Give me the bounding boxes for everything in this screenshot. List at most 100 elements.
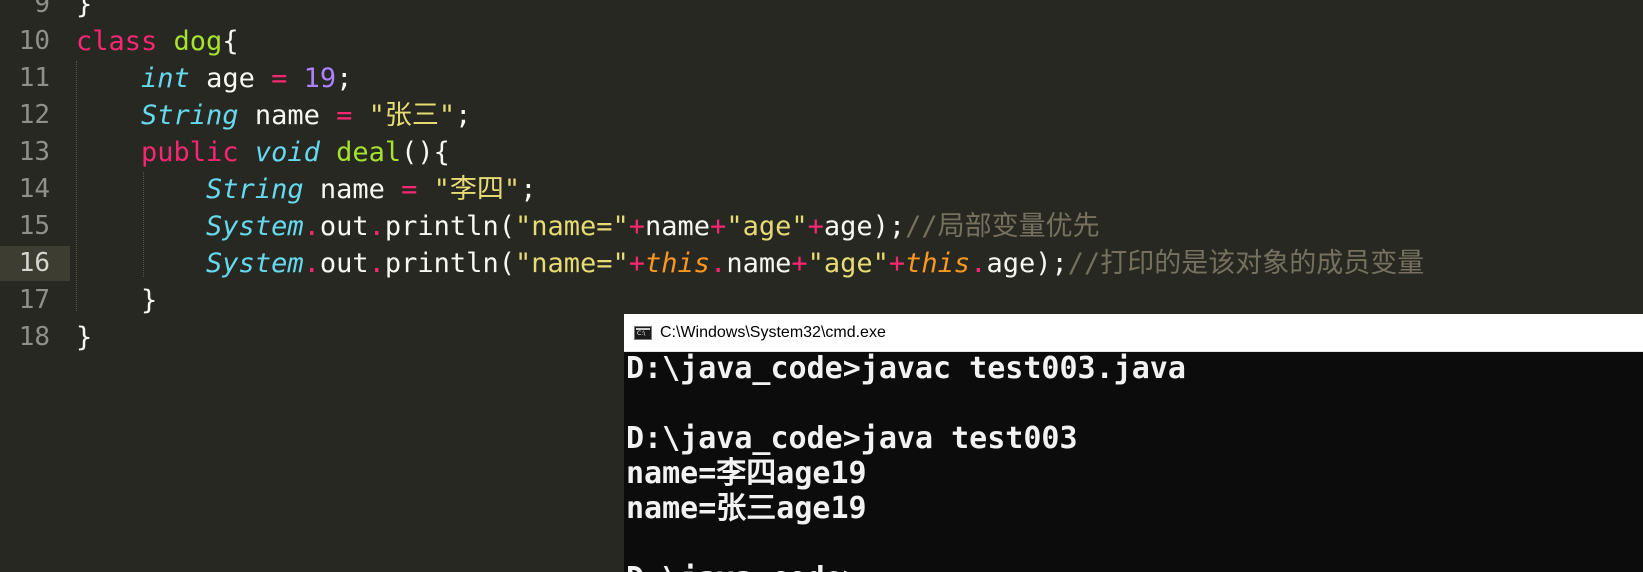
code-line[interactable]: 16 System.out.println("name="+this.name+… [0,246,1643,281]
code-token: this [645,248,711,279]
code-token: . [368,211,385,242]
code-token: void [254,137,320,168]
code-token: (){ [401,137,450,168]
code-line[interactable]: 14 String name = "李四"; [0,172,1643,207]
code-token: + [888,248,906,279]
code-token: . [368,248,385,279]
code-text[interactable]: } [76,0,92,22]
code-text[interactable]: String name = "李四"; [76,172,536,207]
code-token: "age" [807,248,889,279]
code-token: //打印的是该对象的成员变量 [1067,248,1425,279]
code-line[interactable]: 17 } [0,283,1643,318]
cmd-window[interactable]: C:\Windows\System32\cmd.exe D:\java_code… [624,314,1643,572]
code-token: dog [173,26,223,57]
code-token: ; [336,63,353,94]
cmd-titlebar[interactable]: C:\Windows\System32\cmd.exe [624,314,1643,352]
code-token: println( [384,211,515,242]
code-text[interactable]: String name = "张三"; [76,98,471,133]
code-token: int [141,63,190,94]
code-token: . [710,248,727,279]
code-token: } [141,285,158,316]
code-token: "张三" [368,100,456,131]
cmd-output-line: D:\java_code> [626,561,861,572]
code-text[interactable]: class dog{ [76,24,239,59]
code-token: . [303,211,320,242]
line-number: 17 [18,285,50,315]
code-token: String [141,100,239,131]
code-token: this [905,248,971,279]
code-token: name [303,174,402,205]
cmd-output[interactable]: D:\java_code>javac test003.java D:\java_c… [624,351,1643,572]
line-number: 12 [18,100,50,130]
code-token: "age" [726,211,808,242]
code-token: age); [823,211,906,242]
console-icon [634,326,652,340]
code-line[interactable]: 10 class dog{ [0,24,1643,59]
code-token: deal [336,137,402,168]
code-token: + [628,211,646,242]
code-token: { [222,26,239,57]
code-token: age); [986,248,1068,279]
code-token: String [206,174,304,205]
code-token: + [628,248,646,279]
code-token: + [791,248,808,279]
code-text[interactable]: int age = 19; [76,61,352,96]
line-number: 14 [18,174,50,204]
code-token: public [141,137,239,168]
code-token: + [807,211,824,242]
indent-guide [76,61,78,311]
cmd-window-title: C:\Windows\System32\cmd.exe [660,324,886,341]
code-line[interactable]: 12 String name = "张三"; [0,98,1643,133]
code-text[interactable]: public void deal(){ [76,135,450,170]
code-token: "李四" [433,174,521,205]
code-token: name [726,248,792,279]
code-token: + [710,211,727,242]
code-token: name [238,100,337,131]
code-token: . [970,248,987,279]
code-token: "name=" [514,211,629,242]
code-line[interactable]: 15 System.out.println("name="+name+"age"… [0,209,1643,244]
line-number: 15 [18,211,50,241]
code-token: out [319,211,369,242]
cmd-output-line: name=张三age19 [626,491,867,526]
code-text[interactable]: System.out.println("name="+name+"age"+ag… [76,209,1100,244]
code-token: println( [384,248,515,279]
code-token: = [271,63,288,94]
code-line[interactable]: 9} [0,0,1643,22]
line-number: 9 [34,0,50,19]
code-token: class [76,26,158,57]
line-number: 16 [18,248,50,278]
code-token: "name=" [514,248,629,279]
code-text[interactable]: } [76,283,157,318]
code-token: //局部变量优先 [905,211,1100,242]
code-token: . [303,248,320,279]
code-token: } [76,0,93,20]
code-text[interactable]: System.out.println("name="+this.name+"ag… [76,246,1424,281]
line-number: 18 [18,322,50,352]
code-token: = [336,100,353,131]
code-token: = [401,174,418,205]
code-line[interactable]: 13 public void deal(){ [0,135,1643,170]
code-token: age [189,63,272,94]
code-token: name [645,211,711,242]
line-number: 10 [18,26,50,56]
code-token: } [76,322,93,353]
code-line[interactable]: 11 int age = 19; [0,61,1643,96]
line-number: 13 [18,137,50,167]
cmd-output-line: D:\java_code>javac test003.java [626,351,1186,386]
code-token: out [319,248,369,279]
code-text[interactable]: } [76,320,92,355]
cmd-output-line: name=李四age19 [626,456,867,491]
